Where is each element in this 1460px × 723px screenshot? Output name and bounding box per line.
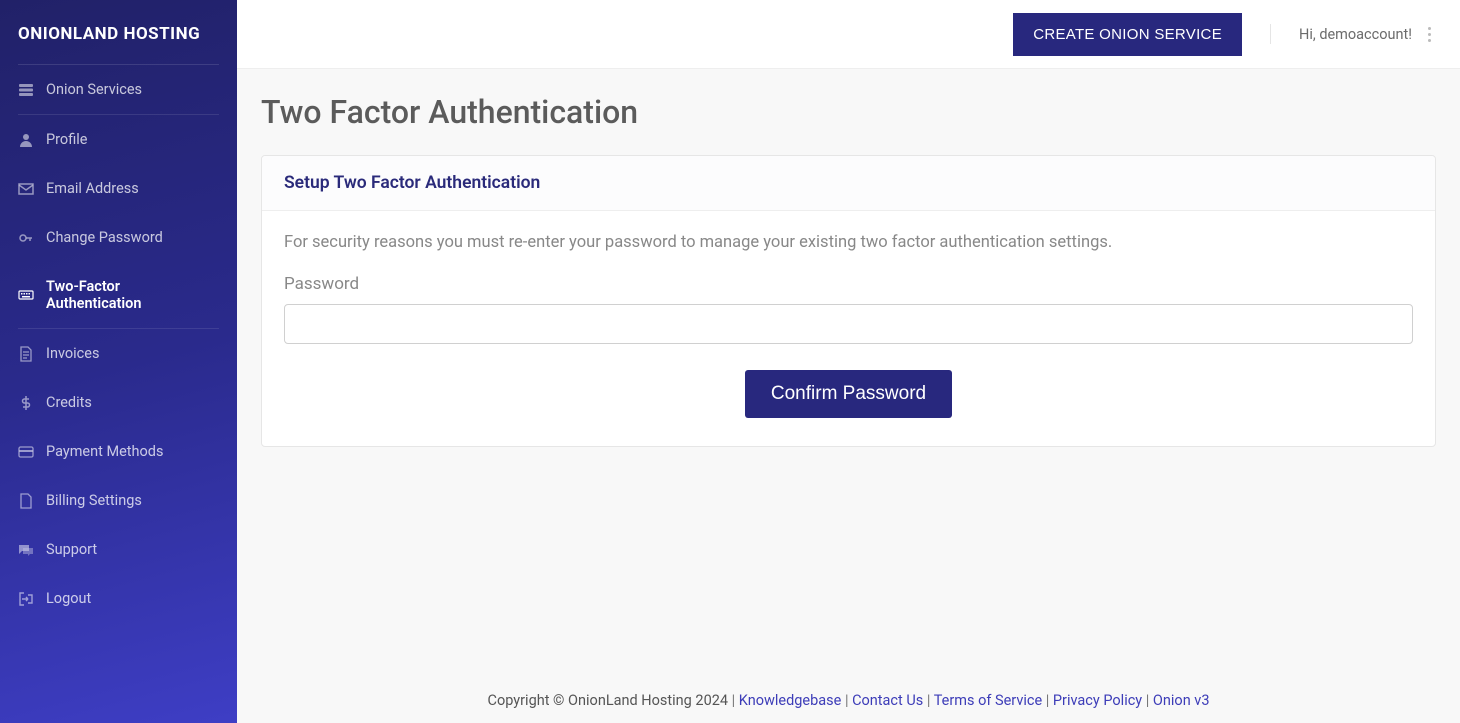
sidebar-item-logout[interactable]: Logout [0,574,237,623]
topbar: CREATE ONION SERVICE Hi, demoaccount! [237,0,1460,69]
brand-title[interactable]: ONIONLAND HOSTING [0,0,237,64]
kebab-menu-icon[interactable] [1422,24,1436,44]
footer-link-terms-of-service[interactable]: Terms of Service [934,692,1042,709]
key-icon [18,230,34,246]
logout-icon [18,591,34,607]
sidebar-item-invoices[interactable]: Invoices [0,329,237,378]
info-text: For security reasons you must re-enter y… [284,233,1413,252]
file-icon [18,493,34,509]
sidebar-item-onion-services[interactable]: Onion Services [0,65,237,114]
sidebar-nav: Onion Services Profile Email Address [0,65,237,623]
sidebar-item-support[interactable]: Support [0,525,237,574]
sidebar-item-email-address[interactable]: Email Address [0,164,237,213]
confirm-password-button[interactable]: Confirm Password [745,370,952,418]
sidebar-item-label: Profile [46,131,87,148]
user-icon [18,132,34,148]
sidebar-item-two-factor-authentication[interactable]: Two-Factor Authentication [0,262,237,328]
content: Two Factor Authentication Setup Two Fact… [237,69,1460,670]
footer-link-privacy-policy[interactable]: Privacy Policy [1053,692,1142,709]
greeting-text: Hi, demoaccount! [1299,26,1412,43]
password-input[interactable] [284,304,1413,344]
sidebar-item-label: Two-Factor Authentication [46,278,219,312]
sidebar-item-label: Support [46,541,97,558]
sidebar-item-billing-settings[interactable]: Billing Settings [0,476,237,525]
footer: Copyright © OnionLand Hosting 2024 | Kno… [237,670,1460,723]
comments-icon [18,542,34,558]
server-icon [18,82,34,98]
file-invoice-icon [18,346,34,362]
sidebar-item-label: Logout [46,590,91,607]
main-area: CREATE ONION SERVICE Hi, demoaccount! Tw… [237,0,1460,723]
sidebar-item-label: Credits [46,394,92,411]
page-title: Two Factor Authentication [261,93,1436,131]
user-greeting[interactable]: Hi, demoaccount! [1270,24,1436,44]
copyright-text: Copyright © OnionLand Hosting 2024 [488,692,729,709]
sidebar-item-label: Invoices [46,345,99,362]
create-onion-service-button[interactable]: CREATE ONION SERVICE [1013,13,1242,56]
footer-link-contact-us[interactable]: Contact Us [852,692,923,709]
setup-2fa-card: Setup Two Factor Authentication For secu… [261,155,1436,447]
sidebar-item-profile[interactable]: Profile [0,115,237,164]
sidebar-item-payment-methods[interactable]: Payment Methods [0,427,237,476]
sidebar-item-label: Change Password [46,229,163,246]
keyboard-icon [18,287,34,303]
dollar-icon [18,395,34,411]
credit-card-icon [18,444,34,460]
envelope-icon [18,181,34,197]
sidebar-item-label: Onion Services [46,81,142,98]
sidebar-item-label: Billing Settings [46,492,142,509]
footer-link-knowledgebase[interactable]: Knowledgebase [739,692,842,709]
password-label: Password [284,274,1413,294]
sidebar: ONIONLAND HOSTING Onion Services Profile [0,0,237,723]
sidebar-item-change-password[interactable]: Change Password [0,213,237,262]
card-title: Setup Two Factor Authentication [262,156,1435,211]
footer-link-onion-v3[interactable]: Onion v3 [1153,692,1210,709]
sidebar-item-credits[interactable]: Credits [0,378,237,427]
sidebar-item-label: Email Address [46,180,139,197]
sidebar-item-label: Payment Methods [46,443,163,460]
